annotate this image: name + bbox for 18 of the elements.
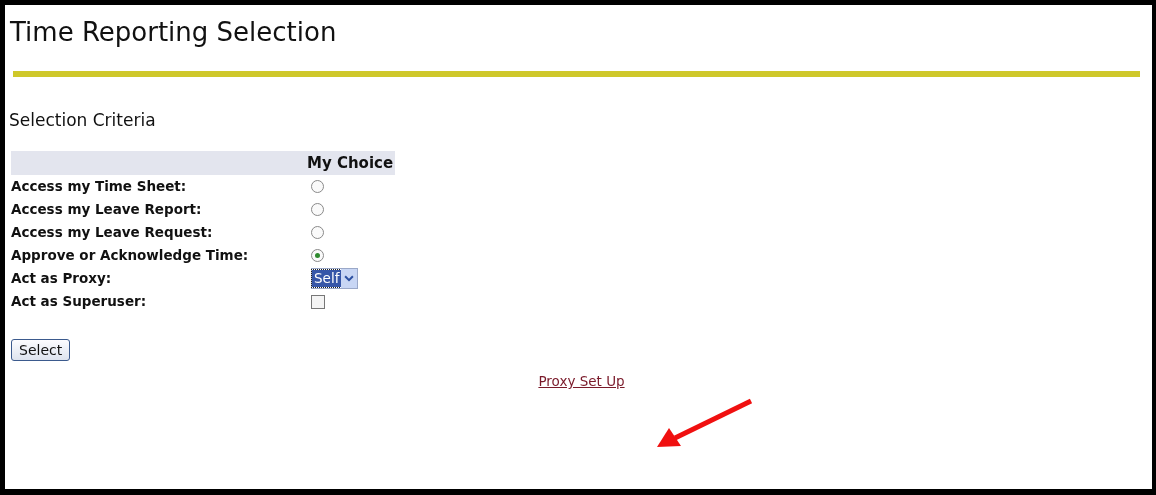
select-button[interactable]: Select: [11, 339, 71, 361]
column-header: My Choice: [304, 151, 396, 175]
page-title: Time Reporting Selection: [10, 17, 338, 47]
field-label: Access my Leave Request:: [11, 223, 214, 242]
field-label: Approve or Acknowledge Time:: [11, 246, 250, 265]
radio-button[interactable]: [311, 203, 324, 216]
field-label: Access my Time Sheet:: [11, 177, 188, 196]
proxy-setup-link[interactable]: Proxy Set Up: [538, 373, 625, 389]
proxy-dropdown[interactable]: Self: [311, 268, 359, 289]
field-label: Access my Leave Report:: [11, 200, 203, 219]
section-title: Selection Criteria: [9, 110, 157, 130]
radio-button[interactable]: [311, 180, 324, 193]
field-label: Act as Proxy:: [11, 269, 113, 288]
checkbox[interactable]: [311, 294, 325, 309]
caret-icon: [341, 269, 358, 288]
field-label: Act as Superuser:: [11, 292, 148, 311]
radio-button[interactable]: [311, 249, 324, 262]
radio-button[interactable]: [311, 226, 324, 239]
